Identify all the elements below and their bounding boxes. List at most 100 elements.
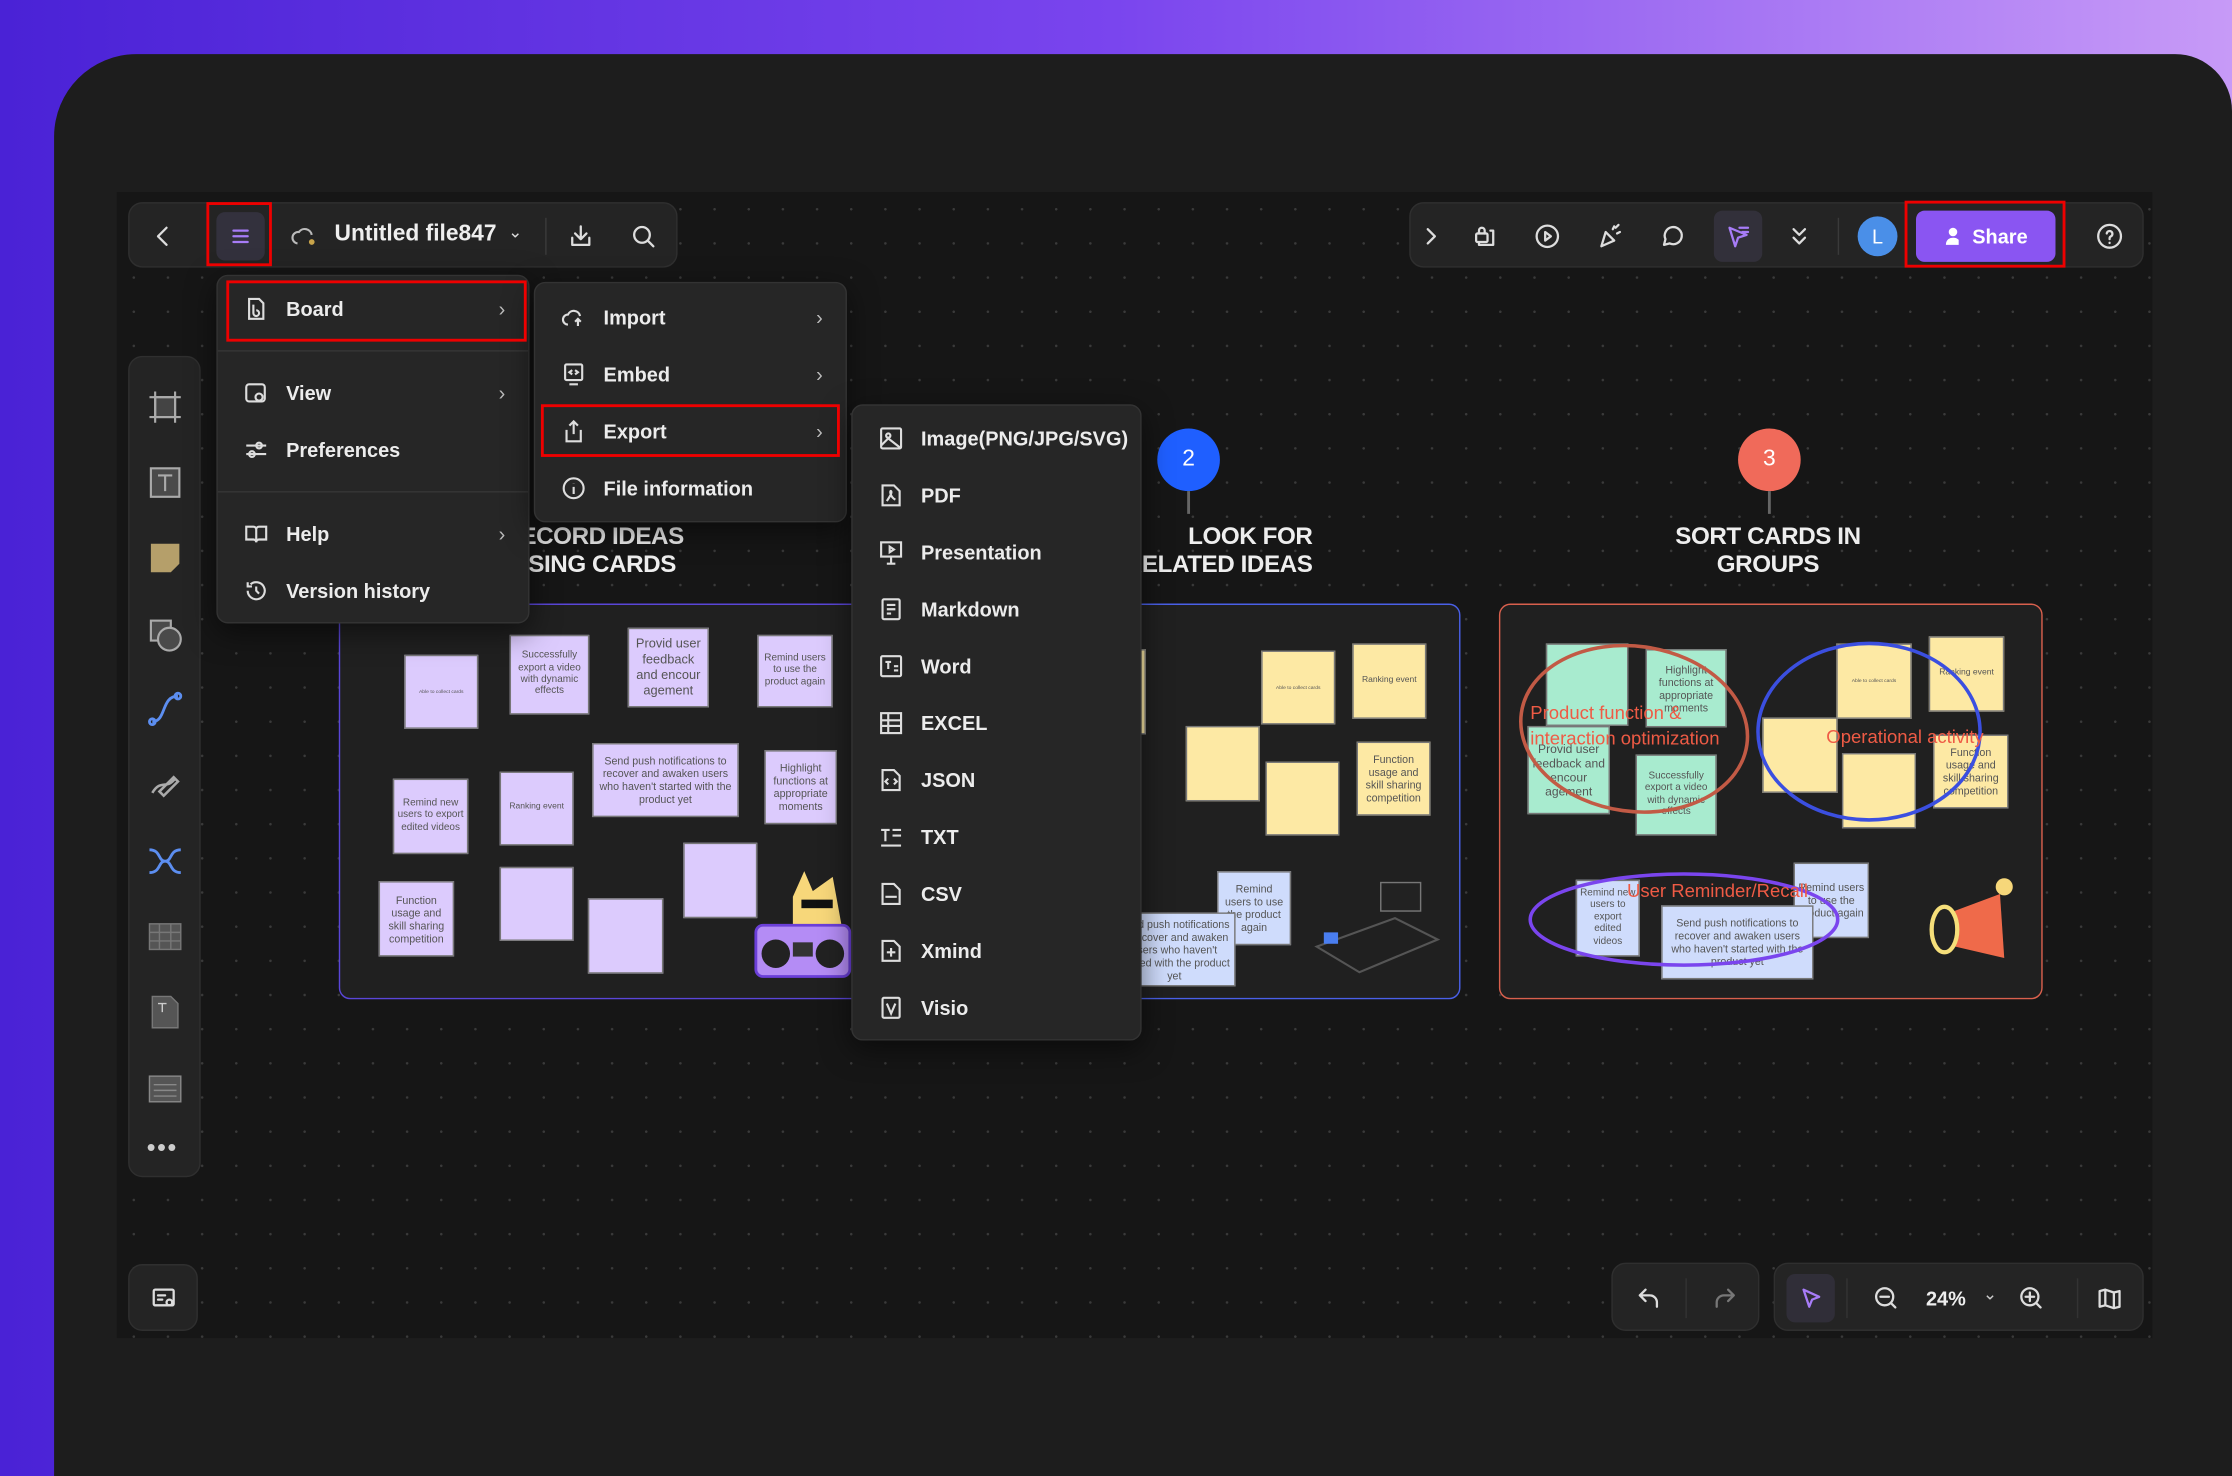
expand-toolbar-button[interactable] — [1414, 214, 1448, 260]
cloud-upload-icon — [561, 309, 582, 326]
redo-button[interactable] — [1702, 1275, 1748, 1321]
sticky-note[interactable]: Function usage and skill sharing competi… — [378, 881, 455, 957]
sticky-note[interactable]: Able to collect cards — [404, 654, 479, 729]
menu-item-export[interactable]: Export › — [547, 407, 835, 455]
main-menu-button[interactable] — [216, 212, 265, 261]
mindmap-tool-icon[interactable] — [147, 843, 184, 880]
sliders-icon — [246, 441, 267, 459]
file-title[interactable]: Untitled file847 — [335, 222, 497, 248]
celebrate-icon[interactable] — [1587, 214, 1633, 260]
board-settings-icon[interactable] — [141, 1275, 187, 1321]
sticky-note[interactable]: Function usage and skill sharing competi… — [1356, 741, 1431, 816]
sticky-note[interactable]: Provid user feedback and encour agement — [627, 627, 709, 708]
sticky-note[interactable] — [499, 866, 574, 941]
list-tool-icon[interactable] — [147, 1070, 184, 1107]
sticky-note[interactable] — [1185, 725, 1260, 802]
export-image[interactable]: Image(PNG/JPG/SVG) — [864, 414, 1129, 462]
shape-tool-icon[interactable] — [147, 616, 184, 653]
export-txt[interactable]: TXT — [864, 813, 1129, 861]
sticky-note[interactable]: Able to collect cards — [1261, 650, 1336, 725]
zoom-in-button[interactable] — [2009, 1275, 2055, 1321]
menu-item-embed[interactable]: Embed › — [547, 350, 835, 398]
present-button[interactable] — [1525, 214, 1571, 260]
chevron-right-icon: › — [816, 306, 823, 329]
sticky-note[interactable]: Remind users to use the product again — [757, 634, 833, 708]
export-csv[interactable]: CSV — [864, 870, 1129, 918]
text-tool-icon[interactable] — [147, 464, 184, 501]
sticky-note[interactable] — [587, 898, 664, 974]
export-visio[interactable]: Visio — [864, 984, 1129, 1032]
cursor-filter-button[interactable] — [1713, 210, 1763, 262]
sticky-note[interactable]: Ranking event — [499, 771, 574, 846]
search-button[interactable] — [621, 214, 667, 260]
export-json[interactable]: JSON — [864, 756, 1129, 804]
user-add-icon — [1945, 227, 1959, 245]
group-label: Product function & interaction optimizat… — [1530, 701, 1720, 749]
export-xmind[interactable]: Xmind — [864, 927, 1129, 975]
comment-icon[interactable] — [1650, 214, 1696, 260]
left-toolbar: ••• — [128, 355, 201, 1178]
sticky-note[interactable] — [683, 842, 758, 919]
frame-tool-icon[interactable] — [147, 389, 184, 426]
sticky-note[interactable]: Highlight functions at appropriate momen… — [764, 750, 838, 825]
menu-item-version-history[interactable]: Version history — [229, 567, 517, 615]
info-icon — [562, 477, 585, 500]
menu-item-help[interactable]: Help › — [229, 510, 517, 558]
zoom-level[interactable]: 24% — [1926, 1287, 1966, 1310]
minimap-button[interactable] — [2087, 1275, 2133, 1321]
sticky-note-tool-icon[interactable] — [147, 539, 184, 576]
more-chevrons-icon[interactable] — [1776, 214, 1822, 260]
help-button[interactable] — [2087, 214, 2133, 260]
export-icon — [565, 419, 582, 443]
document-tool-icon[interactable] — [147, 994, 184, 1031]
group-label: User Reminder/Recall — [1627, 879, 1809, 902]
select-tool-button[interactable] — [1786, 1274, 1835, 1323]
top-right-toolbar: L Share — [1409, 202, 2144, 268]
sticky-note[interactable]: Successfully export a video with dynamic… — [509, 634, 590, 715]
more-tools-icon[interactable]: ••• — [147, 1133, 178, 1163]
view-icon — [245, 383, 266, 403]
chevron-down-icon[interactable]: ⌄ — [1983, 1284, 1997, 1304]
book-icon — [245, 525, 268, 543]
menu-item-import[interactable]: Import › — [547, 293, 835, 341]
divider — [2076, 1278, 2079, 1319]
sticky-note[interactable] — [1265, 761, 1340, 836]
menu-item-board[interactable]: Board › — [229, 285, 517, 333]
menu-item-view[interactable]: View › — [229, 369, 517, 417]
menu-label: PDF — [920, 483, 961, 507]
menu-label: Image(PNG/JPG/SVG) — [920, 427, 1129, 450]
divider — [217, 350, 529, 352]
export-excel[interactable]: EXCEL — [864, 699, 1129, 747]
zoom-out-button[interactable] — [1863, 1275, 1909, 1321]
xmind-icon — [881, 939, 901, 962]
title-line: SORT CARDS IN — [1675, 522, 1861, 550]
menu-item-file-information[interactable]: File information — [547, 464, 835, 512]
sticky-note[interactable]: Ranking event — [1352, 643, 1427, 719]
board-submenu: Import › Embed › Export › File information — [533, 281, 847, 523]
embed-icon — [564, 363, 584, 386]
back-button[interactable] — [141, 214, 187, 260]
sticky-note[interactable]: Remind new users to export edited videos — [392, 778, 469, 855]
menu-label: TXT — [920, 825, 959, 849]
step-badge-3: 3 — [1738, 428, 1801, 492]
visio-icon — [881, 996, 901, 1019]
export-submenu: Image(PNG/JPG/SVG) PDF Presentation Mark… — [851, 404, 1142, 1041]
export-markdown[interactable]: Markdown — [864, 585, 1129, 633]
menu-label: Embed — [603, 362, 671, 386]
image-icon — [880, 427, 903, 450]
pen-tool-icon[interactable] — [147, 767, 184, 804]
chevron-down-icon[interactable]: ⌄ — [508, 222, 522, 242]
share-button[interactable]: Share — [1915, 210, 2056, 262]
undo-button[interactable] — [1626, 1275, 1672, 1321]
table-tool-icon[interactable] — [147, 918, 184, 955]
export-presentation[interactable]: Presentation — [864, 528, 1129, 576]
lock-note-icon[interactable] — [1462, 214, 1508, 260]
sticky-note[interactable]: Send push notifications to recover and a… — [592, 743, 739, 818]
connector-tool-icon[interactable] — [147, 690, 184, 727]
export-pdf[interactable]: PDF — [864, 471, 1129, 519]
download-button[interactable] — [558, 214, 604, 260]
menu-label: View — [286, 381, 332, 405]
avatar[interactable]: L — [1857, 216, 1898, 257]
export-word[interactable]: Word — [864, 642, 1129, 690]
menu-item-preferences[interactable]: Preferences — [229, 426, 517, 474]
